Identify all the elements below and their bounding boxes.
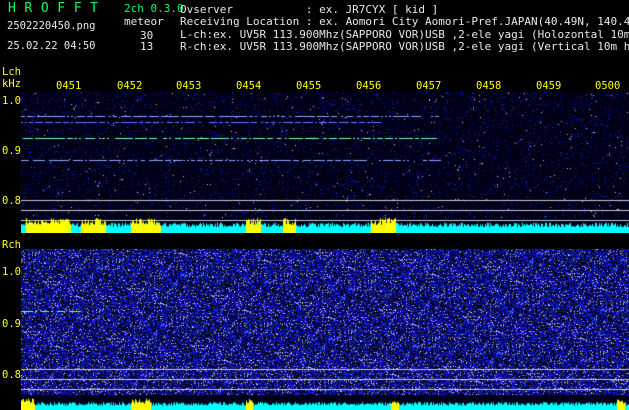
rch-y-tick: 1.0: [2, 266, 21, 278]
time-tick: 0458: [476, 80, 502, 92]
rch-info-line: R-ch:ex. UV5R 113.900Mhz(SAPPORO VOR)USB…: [180, 40, 629, 53]
rch-label: Rch: [2, 239, 21, 251]
app-title: HROFFT: [8, 1, 107, 16]
time-tick: 0456: [356, 80, 382, 92]
lch-unit: kHz: [2, 78, 21, 90]
lch-y-tick: 0.8: [2, 195, 21, 207]
lch-spectrogram: [21, 92, 629, 233]
date-time: 25.02.22 04:50: [7, 40, 96, 52]
rch-meteor-count: 13: [140, 40, 154, 53]
meteor-label: meteor: [124, 15, 164, 28]
rch-y-tick: 0.8: [2, 369, 21, 381]
version-label: 2ch 0.3.0: [124, 2, 184, 15]
file-name: 2502220450.png: [7, 20, 96, 32]
lch-label: Lch: [2, 66, 21, 78]
time-tick: 0451: [56, 80, 82, 92]
time-tick: 0457: [416, 80, 442, 92]
observer-line: Ovserver : ex. JR7CYX [ kid ]: [180, 3, 439, 16]
time-tick: 0454: [236, 80, 262, 92]
lch-info-line: L-ch:ex. UV5R 113.900Mhz(SAPPORO VOR)USB…: [180, 28, 629, 41]
location-line: Receiving Location : ex. Aomori City Aom…: [180, 15, 629, 28]
time-tick: 0453: [176, 80, 202, 92]
rch-spectrogram-canvas: [21, 249, 629, 410]
time-tick: 0452: [117, 80, 143, 92]
lch-spectrogram-canvas: [21, 92, 629, 233]
time-tick: 0455: [296, 80, 322, 92]
rch-y-tick: 0.9: [2, 318, 21, 330]
time-tick: 0500: [595, 80, 621, 92]
rch-spectrogram: [21, 249, 629, 410]
hrofft-window: HROFFT 2ch 0.3.0 2502220450.png meteor 3…: [0, 0, 629, 410]
lch-y-tick: 0.9: [2, 145, 21, 157]
time-tick: 0459: [536, 80, 562, 92]
lch-y-tick: 1.0: [2, 95, 21, 107]
